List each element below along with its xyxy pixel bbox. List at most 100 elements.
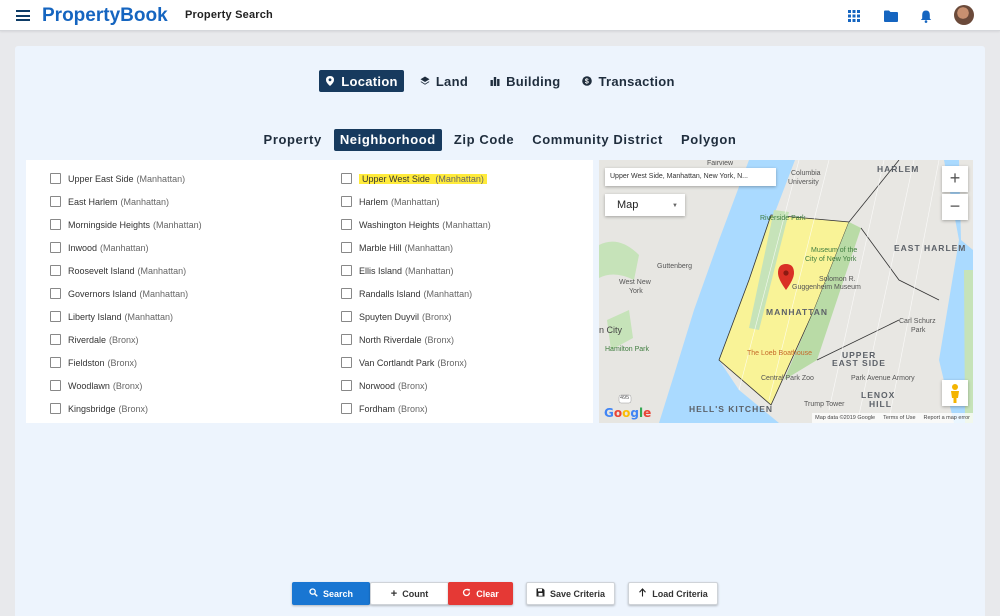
map-label: EAST SIDE [832, 358, 886, 368]
neighborhood-item[interactable]: Upper East Side (Manhattan) [50, 167, 202, 190]
checkbox[interactable] [50, 219, 61, 230]
checkbox[interactable] [341, 288, 352, 299]
neighborhood-item[interactable]: Norwood (Bronx) [341, 374, 491, 397]
checkbox[interactable] [50, 288, 61, 299]
checkbox[interactable] [341, 334, 352, 345]
neighborhood-item[interactable]: Marble Hill (Manhattan) [341, 236, 491, 259]
avatar[interactable] [954, 5, 974, 25]
tab-land-label: Land [435, 73, 469, 89]
neighborhood-name-highlighted: Upper West Side (Manhattan) [359, 173, 487, 184]
neighborhood-item[interactable]: Fieldston (Bronx) [50, 351, 202, 374]
tab-polygon[interactable]: Polygon [675, 129, 742, 151]
zoom-in-button[interactable]: + [942, 166, 968, 192]
checkbox[interactable] [341, 403, 352, 414]
tab-transaction[interactable]: $ Transaction [576, 70, 680, 92]
neighborhood-item[interactable]: Fordham (Bronx) [341, 397, 491, 420]
neighborhood-list[interactable]: Upper East Side (Manhattan) East Harlem (M… [26, 160, 593, 423]
map-label: Trump Tower [804, 401, 845, 408]
borough-label: (Bronx) [437, 357, 467, 368]
neighborhood-item[interactable]: Van Cortlandt Park (Bronx) [341, 351, 491, 374]
checkbox[interactable] [341, 196, 352, 207]
checkbox[interactable] [50, 242, 61, 253]
neighborhood-item[interactable]: Kingsbridge (Bronx) [50, 397, 202, 420]
bell-icon[interactable] [918, 8, 934, 24]
neighborhood-item[interactable]: Spuyten Duyvil (Bronx) [341, 305, 491, 328]
neighborhood-item[interactable]: Woodlawn (Bronx) [50, 374, 202, 397]
neighborhood-item[interactable]: Ellis Island (Manhattan) [341, 259, 491, 282]
checkbox[interactable] [341, 265, 352, 276]
search-button[interactable]: Search [292, 582, 370, 605]
neighborhood-item[interactable]: Washington Heights (Manhattan) [341, 213, 491, 236]
page-title: Property Search [185, 9, 273, 21]
neighborhood-item-selected[interactable]: Upper West Side (Manhattan) [341, 167, 491, 190]
borough-label: (Manhattan) [153, 219, 202, 230]
neighborhood-name: Fordham [359, 403, 396, 414]
tab-land[interactable]: Land [414, 70, 474, 92]
google-logo: Google [604, 406, 652, 420]
borough-label: (Bronx) [422, 311, 452, 322]
map-view[interactable]: Fairview Columbia University HARLEM Rive… [599, 160, 973, 423]
borough-label: (Manhattan) [435, 173, 484, 184]
map-type-select[interactable]: Map ▼ [605, 194, 685, 216]
checkbox[interactable] [50, 403, 61, 414]
save-criteria-button[interactable]: Save Criteria [526, 582, 615, 605]
neighborhood-name: North Riverdale [359, 334, 422, 345]
clear-button-label: Clear [476, 588, 499, 599]
checkbox[interactable] [50, 334, 61, 345]
map-label: Park [911, 327, 926, 334]
borough-label: (Manhattan) [100, 242, 149, 253]
neighborhood-item[interactable]: Harlem (Manhattan) [341, 190, 491, 213]
checkbox[interactable] [50, 196, 61, 207]
neighborhood-item[interactable]: Inwood (Manhattan) [50, 236, 202, 259]
neighborhood-item[interactable]: Morningside Heights (Manhattan) [50, 213, 202, 236]
tab-zip-code[interactable]: Zip Code [448, 129, 520, 151]
tab-location[interactable]: Location [319, 70, 404, 92]
checkbox[interactable] [341, 173, 352, 184]
neighborhood-name: Harlem [359, 196, 389, 207]
zoom-out-button[interactable]: − [942, 194, 968, 220]
borough-label: (Bronx) [398, 403, 428, 414]
menu-icon[interactable] [16, 10, 30, 21]
neighborhood-item[interactable]: North Riverdale (Bronx) [341, 328, 491, 351]
map-data-credit: Map data ©2019 Google [815, 415, 876, 421]
checkbox[interactable] [50, 173, 61, 184]
neighborhood-name: Ellis Island [359, 265, 403, 276]
street-view-pegman-icon[interactable] [942, 380, 968, 406]
neighborhood-item[interactable]: East Harlem (Manhattan) [50, 190, 202, 213]
borough-label: (Bronx) [112, 380, 143, 391]
save-criteria-label: Save Criteria [549, 588, 606, 599]
tab-property[interactable]: Property [258, 129, 328, 151]
checkbox[interactable] [50, 357, 61, 368]
terms-link[interactable]: Terms of Use [883, 413, 915, 423]
map-label: West New [619, 279, 651, 286]
folder-icon[interactable] [883, 8, 899, 24]
load-criteria-button[interactable]: Load Criteria [628, 582, 718, 605]
neighborhood-item[interactable]: Liberty Island (Manhattan) [50, 305, 202, 328]
tab-neighborhood[interactable]: Neighborhood [333, 129, 442, 151]
checkbox[interactable] [341, 242, 352, 253]
apps-grid-icon[interactable] [846, 8, 862, 24]
neighborhood-item[interactable]: Governors Island (Manhattan) [50, 282, 202, 305]
count-button[interactable]: + Count [370, 582, 449, 605]
search-icon [309, 588, 318, 599]
checkbox[interactable] [50, 311, 61, 322]
neighborhood-name: Marble Hill [359, 242, 402, 253]
checkbox[interactable] [50, 380, 61, 391]
report-error-link[interactable]: Report a map error [924, 413, 970, 423]
brand-logo[interactable]: PropertyBook [42, 5, 168, 27]
map-label: University [788, 179, 819, 186]
route-shield: 495 [620, 395, 630, 401]
tab-community-district[interactable]: Community District [526, 129, 669, 151]
clear-button[interactable]: Clear [448, 582, 513, 605]
neighborhood-item[interactable]: Riverdale (Bronx) [50, 328, 202, 351]
checkbox[interactable] [50, 265, 61, 276]
neighborhood-item[interactable]: Roosevelt Island (Manhattan) [50, 259, 202, 282]
borough-label: (Bronx) [424, 334, 455, 345]
checkbox[interactable] [341, 380, 352, 391]
borough-label: (Manhattan) [136, 173, 186, 184]
tab-building[interactable]: Building [484, 70, 566, 92]
checkbox[interactable] [341, 311, 352, 322]
checkbox[interactable] [341, 219, 352, 230]
checkbox[interactable] [341, 357, 352, 368]
neighborhood-item[interactable]: Randalls Island (Manhattan) [341, 282, 491, 305]
